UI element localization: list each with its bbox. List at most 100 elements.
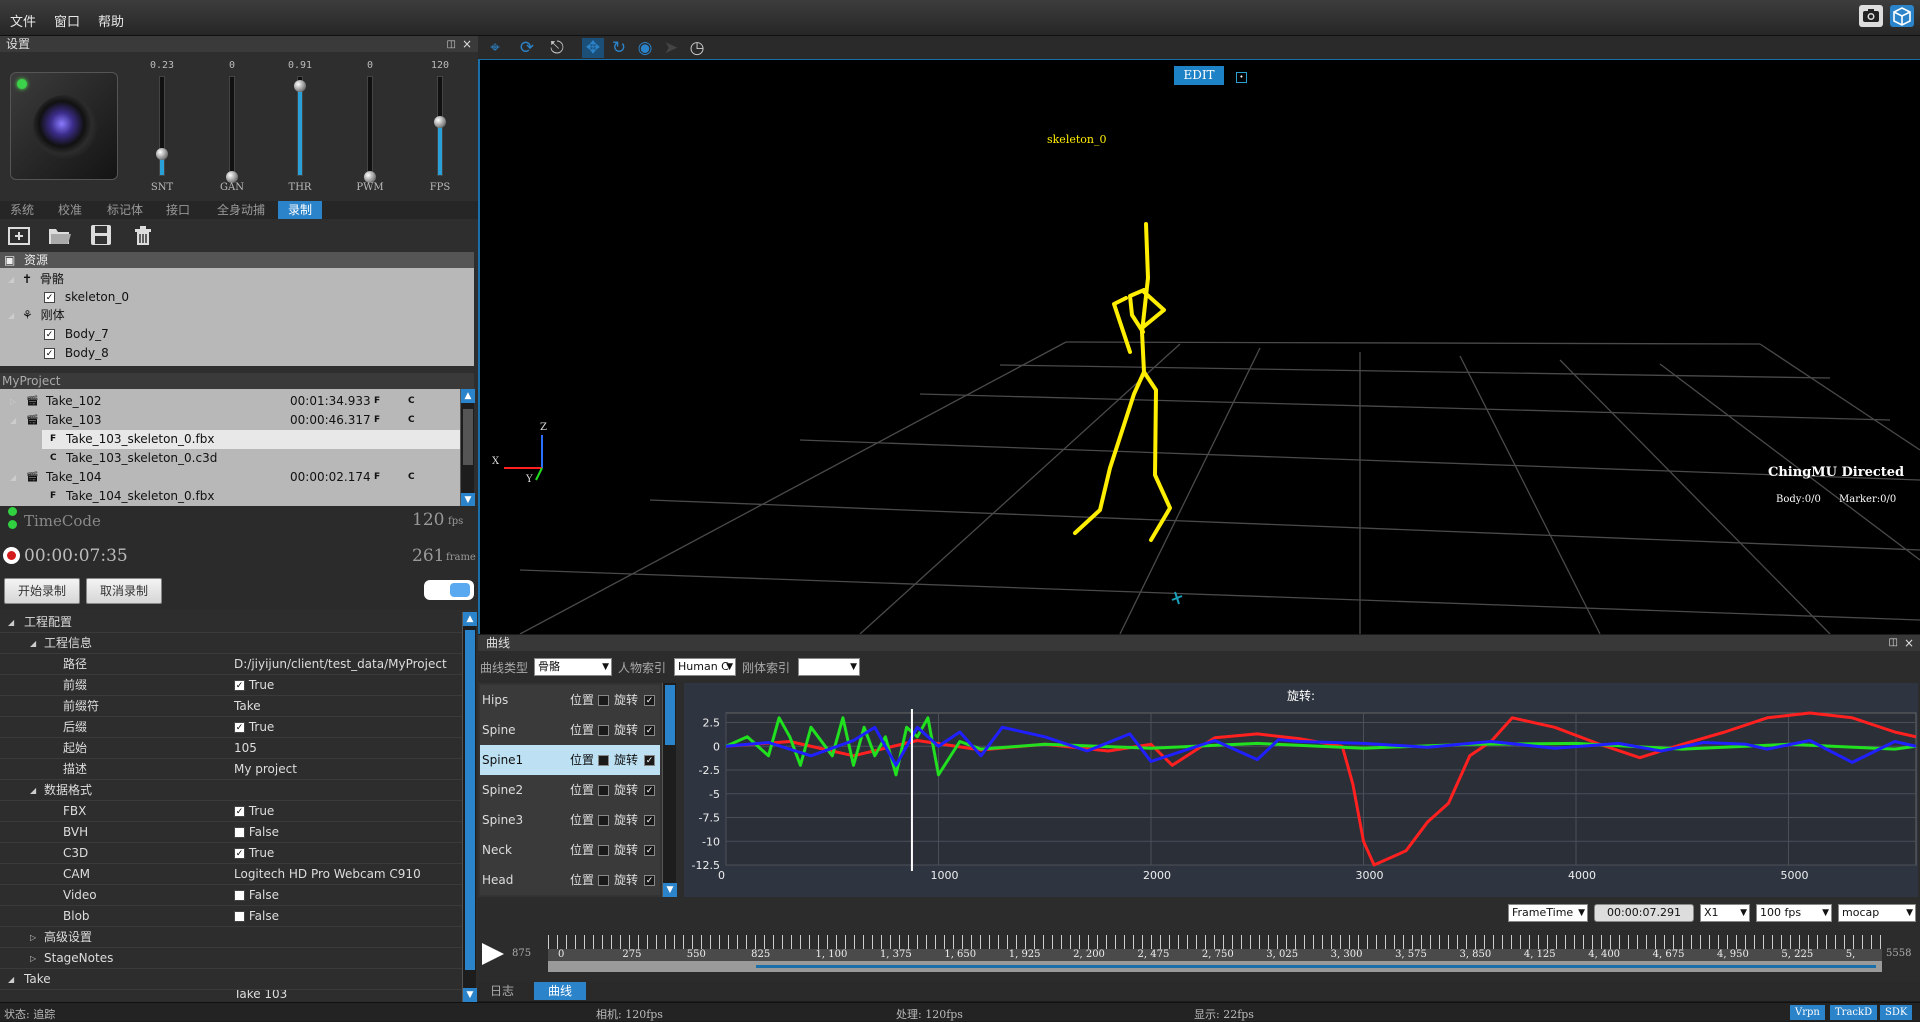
rigid-index-select[interactable]: ▼ (798, 658, 860, 676)
prop-row-c3d[interactable]: C3D ✓ True (0, 843, 462, 864)
prop-group-advanced[interactable]: ▷ 高级设置 (0, 927, 462, 948)
rot-checkbox[interactable]: ✓ (644, 815, 655, 826)
scroll-thumb[interactable] (465, 630, 475, 970)
checkbox[interactable]: ✓ (234, 722, 245, 733)
prop-group-project-info[interactable]: ◢ 工程信息 (0, 633, 462, 654)
prop-row-description[interactable]: 描述 My project (0, 759, 462, 780)
person-index-select[interactable]: Human C ▼ (674, 658, 736, 676)
slider-track[interactable] (226, 76, 238, 183)
tab-calibration[interactable]: 校准 (48, 201, 92, 219)
rot-checkbox[interactable]: ✓ (644, 725, 655, 736)
cube-view-icon[interactable] (1890, 5, 1914, 27)
pin-icon[interactable]: • (1236, 72, 1247, 83)
prop-value[interactable]: Take (234, 696, 261, 717)
prop-group-data-format[interactable]: ◢ 数据格式 (0, 780, 462, 801)
expand-icon[interactable]: ▷ (30, 927, 36, 948)
slider-track[interactable] (364, 76, 376, 183)
slider-knob[interactable] (156, 148, 168, 160)
checkbox[interactable] (234, 827, 245, 838)
menu-help[interactable]: 帮助 (98, 11, 124, 30)
take-row[interactable]: ▷ 🎬︎ Take_102 00:01:34.933 F C (0, 392, 460, 411)
prop-value[interactable]: D:/jiyijun/client/test_data/MyProject (234, 654, 447, 675)
prop-row-cam[interactable]: CAM Logitech HD Pro Webcam C910 (0, 864, 462, 885)
pos-checkbox[interactable] (598, 725, 609, 736)
slider-gan[interactable]: 0 GAN (210, 60, 254, 200)
joint-scrollbar[interactable]: ▼ (662, 683, 677, 897)
expand-icon[interactable]: ▷ (10, 392, 16, 411)
prop-row-path[interactable]: 路径 D:/jiyijun/client/test_data/MyProject (0, 654, 462, 675)
sdk-button[interactable]: SDK (1880, 1005, 1913, 1020)
prop-group-root[interactable]: ◢ 工程配置 (0, 612, 462, 633)
prop-row-prefix[interactable]: 前缀 ✓ True (0, 675, 462, 696)
delete-icon[interactable] (130, 222, 156, 248)
tab-record[interactable]: 录制 (278, 201, 322, 219)
expand-icon[interactable]: ◢ (30, 780, 36, 801)
menu-file[interactable]: 文件 (10, 11, 36, 30)
scroll-up-icon[interactable]: ▲ (461, 389, 475, 403)
pos-checkbox[interactable] (598, 845, 609, 856)
rot-checkbox[interactable]: ✓ (644, 845, 655, 856)
prop-group-stage-notes[interactable]: ▷ StageNotes (0, 948, 462, 969)
take-row[interactable]: ◢ 🎬︎ Take_104 00:00:02.174 F C (0, 468, 460, 487)
target-icon[interactable]: ⌖ (484, 38, 506, 58)
group-rigid-body[interactable]: ◢ ⚘ 刚体 (8, 306, 65, 324)
rot-checkbox[interactable]: ✓ (644, 785, 655, 796)
tab-markers[interactable]: 标记体 (100, 201, 150, 219)
cursor-icon[interactable]: ➤ (660, 38, 682, 58)
prop-value[interactable]: 105 (234, 738, 257, 759)
expand-icon[interactable]: ◢ (8, 271, 14, 289)
timeline-ruler[interactable]: 0 275 550 825 1, 100 1, 375 1, 650 1, 925 2, 200… (548, 935, 1882, 975)
pos-checkbox[interactable] (598, 875, 609, 886)
joint-row-spine[interactable]: Spine 位置 旋转 ✓ (480, 715, 660, 745)
expand-icon[interactable]: ◢ (8, 969, 14, 990)
fps-select[interactable]: 100 fps ▼ (1756, 904, 1832, 922)
joint-row-head[interactable]: Head 位置 旋转 ✓ (480, 865, 660, 895)
expand-icon[interactable]: ◢ (10, 468, 16, 487)
resource-item-skeleton-0[interactable]: ✓ skeleton_0 (44, 288, 129, 306)
expand-icon[interactable]: ◢ (30, 633, 36, 654)
resource-item-body-7[interactable]: ✓ Body_7 (44, 325, 109, 343)
3d-viewport[interactable]: Z X Y skeleton_0 ChingMU Directed Body:0… (478, 60, 1920, 634)
take-row[interactable]: ◢ 🎬︎ Take_103 00:00:46.317 F C (0, 411, 460, 430)
camera-snapshot-icon[interactable] (1859, 5, 1883, 27)
file-row[interactable]: F Take_104_skeleton_0.fbx (42, 487, 460, 506)
slider-track[interactable] (294, 76, 306, 176)
tab-fullbody[interactable]: 全身动捕 (206, 201, 276, 219)
tab-interface[interactable]: 接口 (156, 201, 200, 219)
joint-row-hips[interactable]: Hips 位置 旋转 ✓ (480, 685, 660, 715)
slider-thr[interactable]: 0.91 THR (278, 60, 322, 200)
props-scrollbar[interactable]: ▲ ▼ (462, 612, 477, 1002)
time-display[interactable]: 00:00:07.291 (1594, 904, 1694, 922)
prop-row-blob[interactable]: Blob False (0, 906, 462, 927)
tab-log[interactable]: 日志 (480, 982, 524, 1000)
close-icon[interactable]: × (1904, 635, 1914, 651)
play-icon[interactable] (482, 943, 504, 965)
prop-group-take[interactable]: ◢ Take (0, 969, 462, 990)
rot-checkbox[interactable]: ✓ (644, 875, 655, 886)
float-panel-icon[interactable]: ◫ (1889, 635, 1898, 651)
resource-item-body-8[interactable]: ✓ Body_8 (44, 344, 109, 362)
eye-icon[interactable]: ◉ (634, 38, 656, 58)
rot-checkbox[interactable]: ✓ (644, 695, 655, 706)
scroll-down-icon[interactable]: ▼ (663, 883, 677, 897)
rot-checkbox[interactable]: ✓ (644, 755, 655, 766)
speed-select[interactable]: X1 ▼ (1700, 904, 1750, 922)
refresh-icon[interactable]: ⟳ (516, 38, 538, 58)
slider-snt[interactable]: 0.23 SNT (140, 60, 184, 200)
prop-row-prefix-char[interactable]: 前缀符 Take (0, 696, 462, 717)
checkbox[interactable] (234, 911, 245, 922)
joint-row-spine1[interactable]: Spine1 位置 旋转 ✓ (480, 745, 660, 775)
expand-icon[interactable]: ◢ (8, 307, 14, 325)
slider-knob[interactable] (294, 80, 306, 92)
joint-row-spine3[interactable]: Spine3 位置 旋转 ✓ (480, 805, 660, 835)
pos-checkbox[interactable] (598, 755, 609, 766)
prop-value[interactable]: Logitech HD Pro Webcam C910 (234, 864, 421, 885)
open-folder-icon[interactable] (46, 222, 72, 248)
project-scrollbar[interactable]: ▲ ▼ (460, 389, 475, 507)
scroll-down-icon[interactable]: ▼ (463, 988, 477, 1002)
expand-icon[interactable]: ◢ (8, 612, 14, 633)
prop-value[interactable]: My project (234, 759, 297, 780)
prop-row-video[interactable]: Video False (0, 885, 462, 906)
speedometer-icon[interactable]: ◷ (686, 38, 708, 58)
expand-icon[interactable]: ▷ (30, 948, 36, 969)
